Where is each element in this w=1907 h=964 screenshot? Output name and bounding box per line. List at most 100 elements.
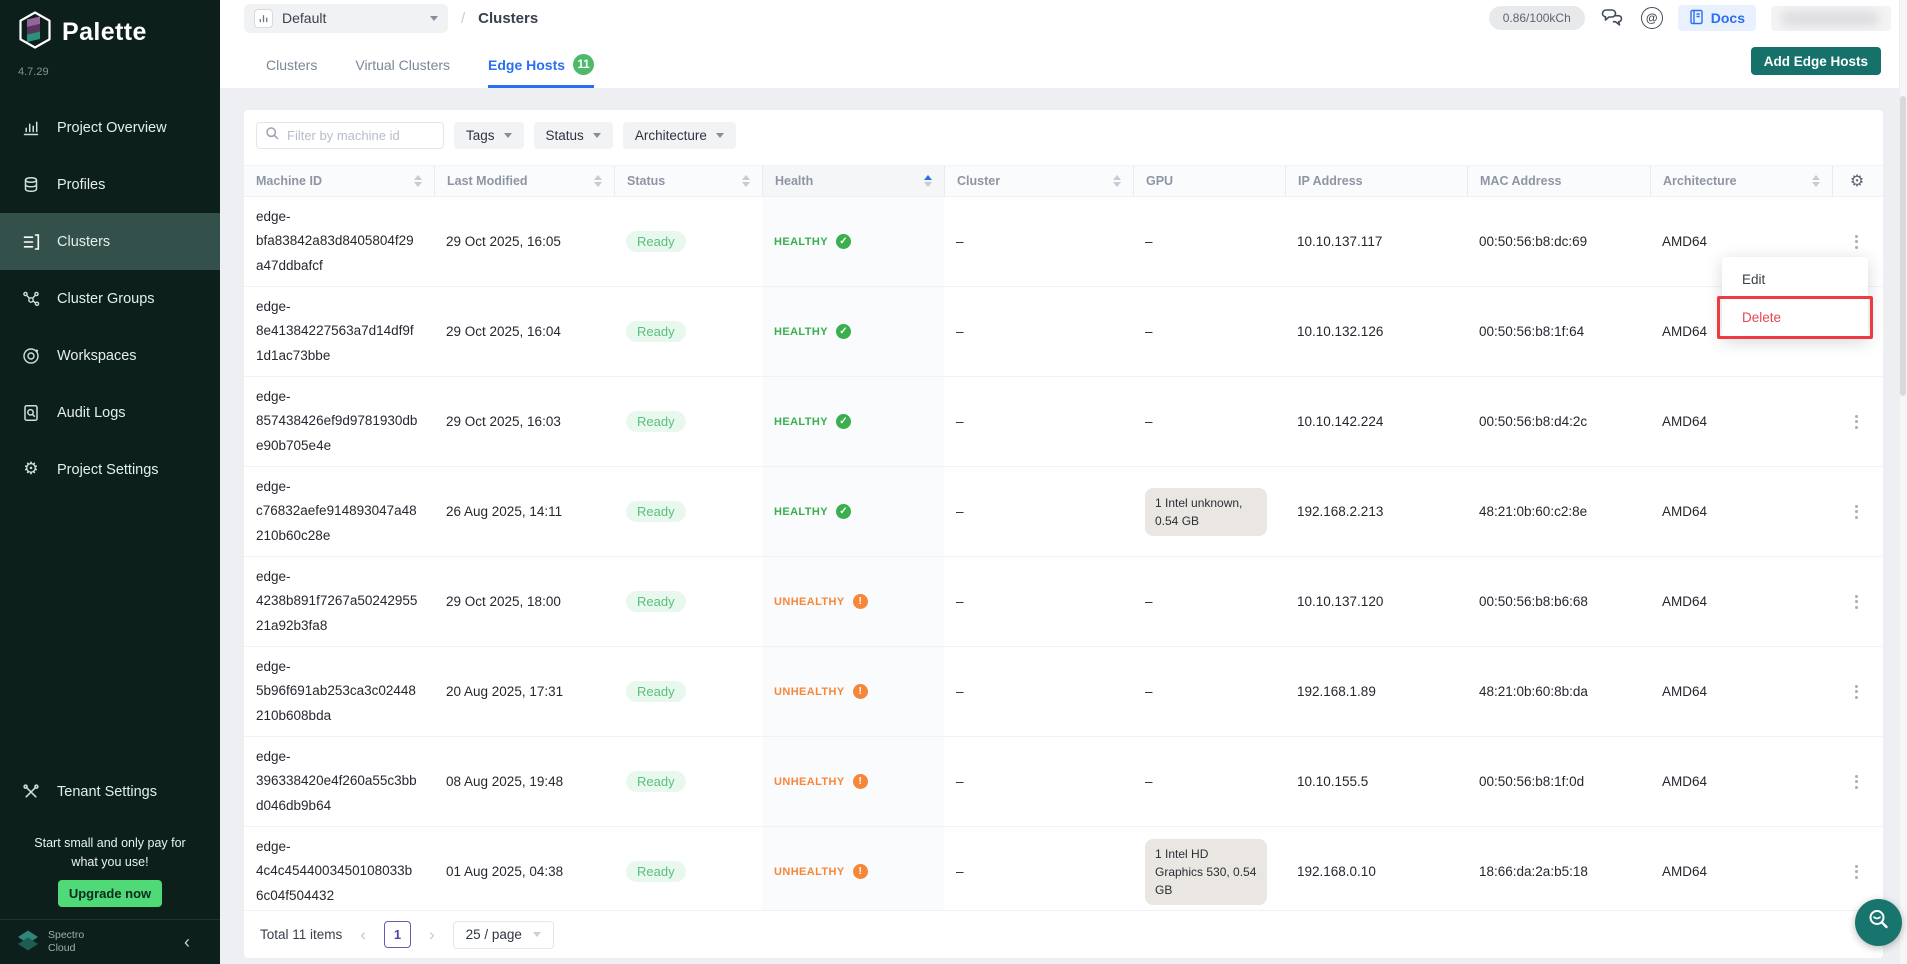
scrollbar-thumb[interactable]	[1900, 96, 1906, 396]
prev-page-button[interactable]: ‹	[360, 926, 366, 943]
machine-id-cell: edge-5b96f691ab253ca3c02448210b608bda	[244, 655, 434, 727]
sidebar-item-label: Project Overview	[57, 120, 167, 136]
row-actions-kebab[interactable]	[1846, 408, 1867, 436]
row-actions-kebab[interactable]	[1846, 678, 1867, 706]
sort-icons	[1812, 175, 1820, 187]
tab-edge-hosts[interactable]: Edge Hosts11	[488, 44, 594, 88]
tab-clusters[interactable]: Clusters	[266, 44, 317, 88]
sort-icons	[414, 175, 422, 187]
gpu-cell: 1 Intel unknown, 0.54 GB	[1133, 488, 1285, 536]
docs-button[interactable]: Docs	[1678, 5, 1756, 31]
page-scrollbar[interactable]	[1899, 0, 1907, 964]
health-label: HEALTHY	[774, 236, 828, 248]
kebab-dot	[1855, 690, 1858, 693]
mac-address-cell: 18:66:da:2a:b5:18	[1467, 864, 1650, 879]
kebab-dot	[1855, 420, 1858, 423]
table-row[interactable]: edge-bfa83842a83d8405804f29a47ddbafcf29 …	[244, 197, 1883, 287]
gear-icon: ⚙	[20, 461, 42, 478]
column-header-last-modified[interactable]: Last Modified	[434, 166, 614, 196]
table-row[interactable]: edge-5b96f691ab253ca3c02448210b608bda20 …	[244, 647, 1883, 737]
gear-icon[interactable]: ⚙	[1850, 173, 1864, 189]
kebab-dot	[1855, 876, 1858, 879]
row-actions-kebab[interactable]	[1846, 498, 1867, 526]
tab-virtual-clusters[interactable]: Virtual Clusters	[355, 44, 450, 88]
column-header-health[interactable]: Health	[762, 166, 944, 196]
ip-address-cell: 192.168.1.89	[1285, 684, 1467, 699]
filter-dropdowns: Tags Status Architecture	[454, 122, 736, 149]
table-row[interactable]: edge-8e41384227563a7d14df9f1d1ac73bbe29 …	[244, 287, 1883, 377]
search-input[interactable]	[285, 127, 435, 144]
context-menu-item-delete[interactable]: Delete	[1722, 298, 1868, 336]
table-header: Machine IDLast ModifiedStatusHealthClust…	[244, 165, 1883, 197]
row-actions-kebab[interactable]	[1846, 228, 1867, 256]
page-number-button[interactable]: 1	[384, 921, 411, 948]
sidebar-item-label: Project Settings	[57, 462, 159, 478]
machine-id-cell: edge-4238b891f7267a5024295521a92b3fa8	[244, 565, 434, 637]
spectro-cloud-brand: SpectroCloud	[48, 929, 84, 955]
row-actions-kebab[interactable]	[1846, 768, 1867, 796]
sidebar-item-workspaces[interactable]: Workspaces	[0, 327, 220, 384]
docs-label: Docs	[1711, 10, 1745, 26]
sidebar-item-label: Cluster Groups	[57, 291, 155, 307]
filter-dropdown-status[interactable]: Status	[534, 122, 613, 149]
mac-address-cell: 48:21:0b:60:8b:da	[1467, 684, 1650, 699]
kebab-dot	[1855, 510, 1858, 513]
kebab-dot	[1855, 426, 1858, 429]
sidebar-item-tenant-settings[interactable]: Tenant Settings	[0, 766, 220, 818]
add-edge-hosts-button[interactable]: Add Edge Hosts	[1751, 47, 1881, 75]
next-page-button[interactable]: ›	[429, 926, 435, 943]
column-header-status[interactable]: Status	[614, 166, 762, 196]
sidebar-item-profiles[interactable]: Profiles	[0, 156, 220, 213]
status-cell: Ready	[614, 684, 762, 699]
project-selector[interactable]: Default	[244, 4, 448, 33]
sidebar-collapse-icon[interactable]: ‹	[184, 932, 190, 953]
health-cell: HEALTHY✓	[762, 377, 944, 466]
upgrade-now-button[interactable]: Upgrade now	[58, 880, 162, 907]
column-header-cluster[interactable]: Cluster	[944, 166, 1133, 196]
machine-id-cell: edge-4c4c4544003450108033b6c04f504432	[244, 835, 434, 907]
sidebar-item-audit-logs[interactable]: Audit Logs	[0, 384, 220, 441]
sidebar-item-cluster-groups[interactable]: Cluster Groups	[0, 270, 220, 327]
column-header-label: MAC Address	[1480, 174, 1562, 188]
last-modified-cell: 29 Oct 2025, 16:03	[434, 414, 614, 429]
cluster-cell: –	[944, 864, 1133, 879]
tab-label: Clusters	[266, 57, 317, 73]
column-header-mac-address[interactable]: MAC Address	[1467, 166, 1650, 196]
table-row[interactable]: edge-396338420e4f260a55c3bbd046db9b6408 …	[244, 737, 1883, 827]
chat-icon[interactable]	[1600, 7, 1626, 29]
mention-icon[interactable]: @	[1641, 7, 1663, 29]
sort-asc-icon	[1113, 175, 1121, 180]
filter-dropdown-tags[interactable]: Tags	[454, 122, 524, 149]
filter-dropdown-label: Status	[546, 128, 584, 143]
machine-id-search[interactable]	[256, 122, 444, 149]
column-header-machine-id[interactable]: Machine ID	[244, 166, 434, 196]
palette-logo[interactable]: Palette	[18, 11, 147, 54]
row-actions-kebab[interactable]	[1846, 588, 1867, 616]
column-header-ip-address[interactable]: IP Address	[1285, 166, 1467, 196]
page-size-select[interactable]: 25 / page	[453, 921, 554, 949]
magnifier-smile-icon	[1866, 907, 1892, 938]
sidebar-item-clusters[interactable]: Clusters	[0, 213, 220, 270]
row-actions-kebab[interactable]	[1846, 858, 1867, 886]
sidebar-item-project-settings[interactable]: ⚙ Project Settings	[0, 441, 220, 498]
kebab-dot	[1855, 415, 1858, 418]
filter-dropdown-architecture[interactable]: Architecture	[623, 122, 736, 149]
table-row[interactable]: edge-857438426ef9d9781930dbe90b705e4e29 …	[244, 377, 1883, 467]
table-row[interactable]: edge-c76832aefe914893047a48210b60c28e26 …	[244, 467, 1883, 557]
column-header-architecture[interactable]: Architecture	[1650, 166, 1832, 196]
table-row[interactable]: edge-4c4c4544003450108033b6c04f50443201 …	[244, 827, 1883, 917]
gpu-badge: 1 Intel unknown, 0.54 GB	[1145, 488, 1267, 536]
sort-asc-icon	[414, 175, 422, 180]
kebab-dot	[1855, 685, 1858, 688]
machine-id-value: edge-8e41384227563a7d14df9f1d1ac73bbe	[256, 295, 418, 367]
table-row[interactable]: edge-4238b891f7267a5024295521a92b3fa829 …	[244, 557, 1883, 647]
status-badge: Ready	[626, 411, 686, 432]
context-menu-item-edit[interactable]: Edit	[1722, 260, 1868, 298]
column-header-gpu[interactable]: GPU	[1133, 166, 1285, 196]
sidebar-item-project-overview[interactable]: Project Overview	[0, 99, 220, 156]
sort-icons	[742, 175, 750, 187]
help-chat-widget[interactable]	[1855, 899, 1902, 946]
sort-asc-icon	[924, 175, 932, 180]
kebab-dot	[1855, 606, 1858, 609]
sort-desc-icon	[742, 182, 750, 187]
